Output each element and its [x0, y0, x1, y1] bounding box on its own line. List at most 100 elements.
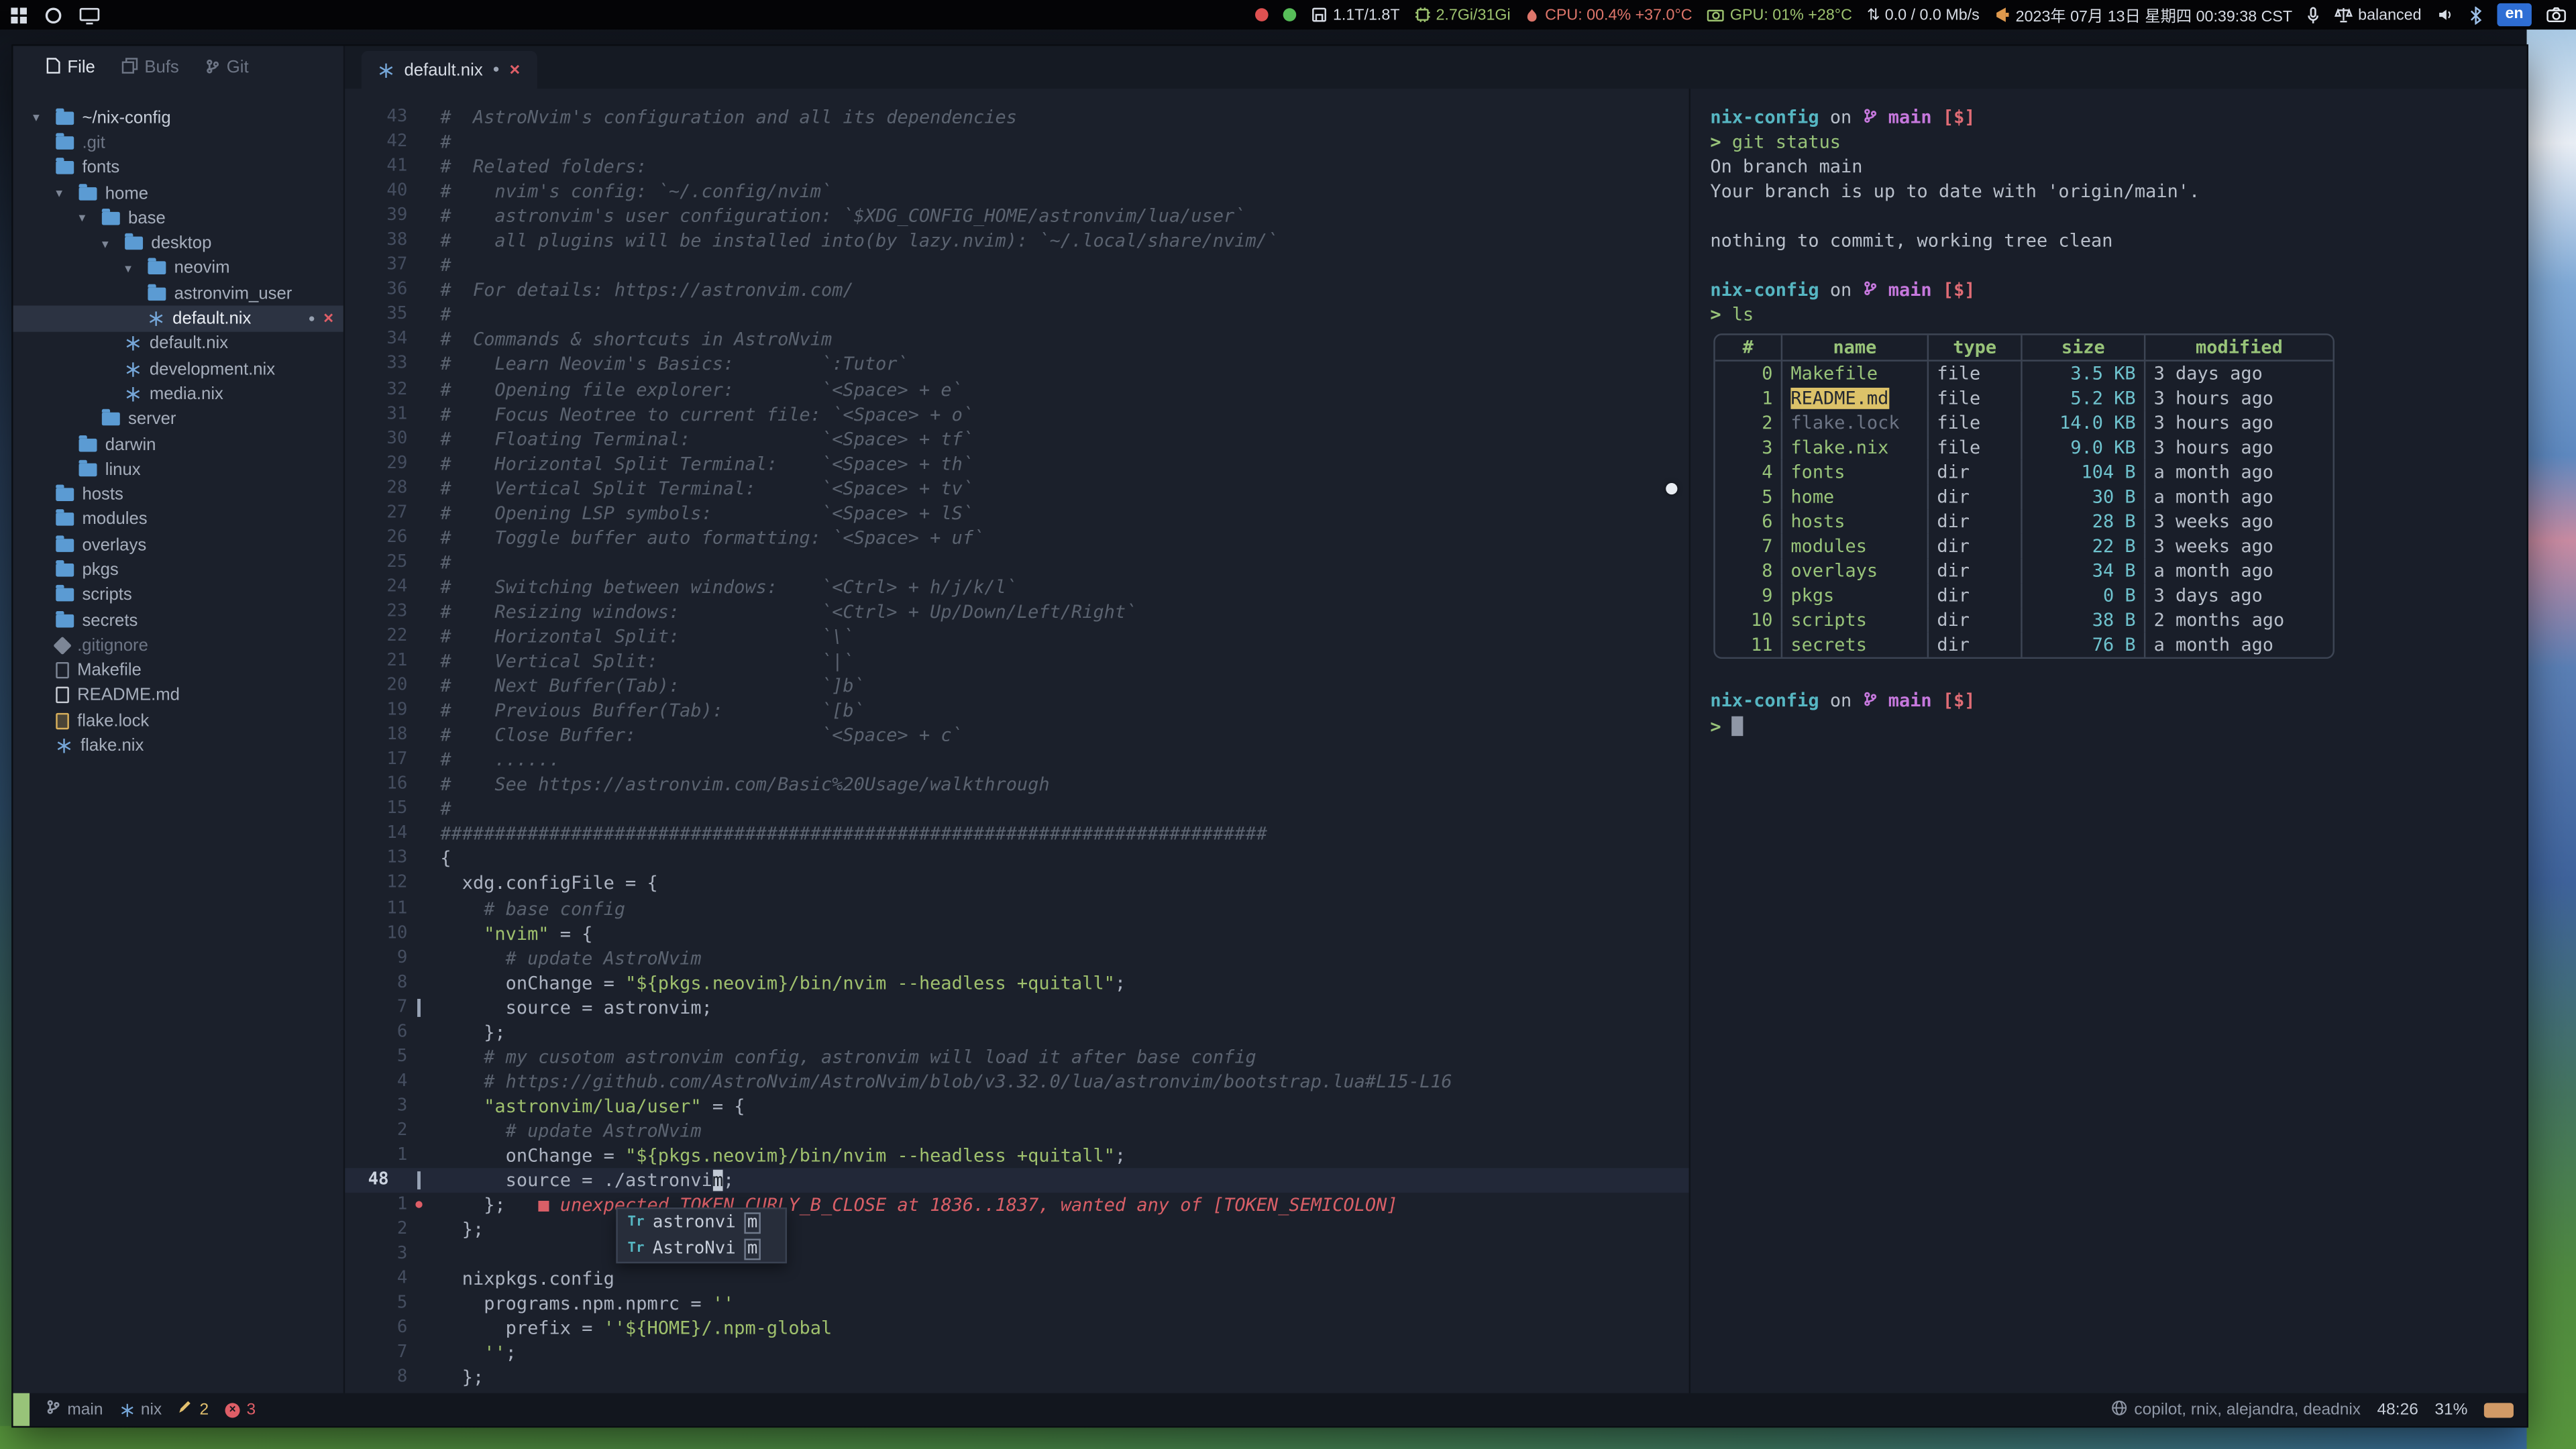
- code-line[interactable]: 34# Commands & shortcuts in AstroNvim: [345, 327, 1688, 352]
- sidebar-tab-bufs[interactable]: Bufs: [121, 56, 179, 78]
- code-line[interactable]: 24# Switching between windows: `<Ctrl> +…: [345, 575, 1688, 600]
- code-line[interactable]: 10 "nvim" = {: [345, 921, 1688, 946]
- code-line[interactable]: 13{: [345, 847, 1688, 871]
- tray-red-icon[interactable]: [1256, 8, 1269, 21]
- network-speed[interactable]: ⇅ 0.0 / 0.0 Mb/s: [1867, 6, 1980, 24]
- tree-item-linux[interactable]: linux: [13, 457, 343, 482]
- error-count[interactable]: × 3: [225, 1401, 256, 1419]
- code-line[interactable]: 33# Learn Neovim's Basics: `:Tutor`: [345, 352, 1688, 377]
- code-line[interactable]: 1 onChange = "${pkgs.neovim}/bin/nvim --…: [345, 1143, 1688, 1168]
- tree-item-flake.nix[interactable]: flake.nix: [13, 733, 343, 758]
- code-line[interactable]: 48 source = ./astronvim;: [345, 1168, 1688, 1193]
- code-line[interactable]: 35#: [345, 303, 1688, 328]
- cpu-usage[interactable]: CPU: 00.4% +37.0°C: [1525, 6, 1693, 24]
- launcher-icon[interactable]: [10, 6, 28, 24]
- code-line[interactable]: 8 onChange = "${pkgs.neovim}/bin/nvim --…: [345, 970, 1688, 995]
- code-line[interactable]: 15#: [345, 798, 1688, 822]
- tray-green-icon[interactable]: [1283, 8, 1297, 21]
- tree-item-overlays[interactable]: overlays: [13, 533, 343, 557]
- code-line[interactable]: 42#: [345, 130, 1688, 155]
- code-line[interactable]: 17# ......: [345, 748, 1688, 773]
- code-line[interactable]: 1● }; ■ unexpected TOKEN_CURLY_B_CLOSE a…: [345, 1193, 1688, 1218]
- tree-item-.gitignore[interactable]: .gitignore: [13, 633, 343, 657]
- microphone-icon[interactable]: [2307, 6, 2320, 24]
- code-line[interactable]: 31# Focus Neotree to current file: `<Spa…: [345, 402, 1688, 427]
- code-line[interactable]: 39# astronvim's user configuration: `$XD…: [345, 204, 1688, 229]
- completion-item[interactable]: TrAstroNvim: [618, 1236, 786, 1262]
- editor-pane[interactable]: 43# AstroNvim's configuration and all it…: [345, 89, 1688, 1393]
- tree-item-default.nix[interactable]: default.nix: [13, 331, 343, 356]
- tree-item-darwin[interactable]: darwin: [13, 432, 343, 457]
- code-line[interactable]: 6 prefix = ''${HOME}/.npm-global: [345, 1316, 1688, 1341]
- tree-item-~nix-config[interactable]: ▾~/nix-config: [13, 105, 343, 130]
- disk-usage[interactable]: 1.1T/1.8T: [1311, 6, 1399, 24]
- keyboard-layout[interactable]: en: [2497, 3, 2532, 26]
- code-line[interactable]: 7 '';: [345, 1341, 1688, 1366]
- terminal-pane[interactable]: nix-config on main [$]> git statusOn bra…: [1689, 89, 2527, 1393]
- code-line[interactable]: 28# Vertical Split Terminal: `<Space> + …: [345, 476, 1688, 500]
- close-icon[interactable]: ×: [509, 60, 520, 79]
- buffer-tab-default-nix[interactable]: default.nix ● ×: [362, 51, 537, 89]
- tree-item-desktop[interactable]: ▾desktop: [13, 231, 343, 256]
- code-line[interactable]: 41# Related folders:: [345, 154, 1688, 179]
- code-line[interactable]: 2 };: [345, 1218, 1688, 1242]
- memory-usage[interactable]: 2.7Gi/31Gi: [1415, 6, 1511, 24]
- tree-item-.git[interactable]: .git: [13, 130, 343, 155]
- code-line[interactable]: 37#: [345, 254, 1688, 278]
- screenshot-icon[interactable]: [2546, 7, 2566, 23]
- sidebar-tab-file[interactable]: File: [46, 56, 95, 78]
- clock[interactable]: 2023年 07月 13日 星期四 00:39:38 CST: [1994, 3, 2292, 26]
- code-line[interactable]: 40# nvim's config: `~/.config/nvim`: [345, 179, 1688, 204]
- tree-item-flake.lock[interactable]: flake.lock: [13, 708, 343, 733]
- tree-item-default.nix[interactable]: default.nix●×: [13, 306, 343, 331]
- gpu-usage[interactable]: GPU: 01% +28°C: [1707, 6, 1852, 24]
- code-line[interactable]: 23# Resizing windows: `<Ctrl> + Up/Down/…: [345, 600, 1688, 625]
- code-line[interactable]: 3 "astronvim/lua/user" = {: [345, 1094, 1688, 1119]
- tree-item-media.nix[interactable]: media.nix: [13, 382, 343, 407]
- code-line[interactable]: 18# Close Buffer: `<Space> + c`: [345, 723, 1688, 748]
- tree-item-secrets[interactable]: secrets: [13, 608, 343, 633]
- code-line[interactable]: 4 # https://github.com/AstroNvim/AstroNv…: [345, 1069, 1688, 1094]
- sidebar-tab-git[interactable]: Git: [205, 56, 249, 78]
- terminal-cursor-line[interactable]: >: [1710, 714, 2526, 739]
- code-line[interactable]: 22# Horizontal Split: `\`: [345, 625, 1688, 649]
- tree-item-fonts[interactable]: fonts: [13, 156, 343, 180]
- tree-item-neovim[interactable]: ▾neovim: [13, 256, 343, 281]
- code-line[interactable]: 6 };: [345, 1020, 1688, 1044]
- display-icon[interactable]: [79, 6, 101, 24]
- code-line[interactable]: 11 # base config: [345, 896, 1688, 921]
- code-line[interactable]: 36# For details: https://astronvim.com/: [345, 278, 1688, 303]
- code-line[interactable]: 8 };: [345, 1366, 1688, 1391]
- code-line[interactable]: 25#: [345, 550, 1688, 575]
- completion-item[interactable]: Trastronvim: [618, 1209, 786, 1235]
- code-line[interactable]: 14######################################…: [345, 822, 1688, 847]
- warning-count[interactable]: 2: [178, 1400, 209, 1419]
- tree-item-hosts[interactable]: hosts: [13, 482, 343, 507]
- close-icon[interactable]: ×: [323, 309, 333, 328]
- code-line[interactable]: 4 nixpkgs.config: [345, 1267, 1688, 1292]
- code-line[interactable]: 38# all plugins will be installed into(b…: [345, 229, 1688, 254]
- tree-item-pkgs[interactable]: pkgs: [13, 557, 343, 582]
- code-line[interactable]: 30# Floating Terminal: `<Space> + tf`: [345, 427, 1688, 451]
- code-line[interactable]: 2 # update AstroNvim: [345, 1119, 1688, 1144]
- tree-item-scripts[interactable]: scripts: [13, 583, 343, 608]
- code-line[interactable]: 20# Next Buffer(Tab): `]b`: [345, 674, 1688, 698]
- tree-item-README.md[interactable]: README.md: [13, 683, 343, 708]
- tree-item-modules[interactable]: modules: [13, 507, 343, 532]
- git-branch[interactable]: main: [46, 1398, 103, 1421]
- tree-item-Makefile[interactable]: Makefile: [13, 658, 343, 683]
- code-line[interactable]: 16# See https://astronvim.com/Basic%20Us…: [345, 773, 1688, 798]
- workspace-icon[interactable]: [44, 6, 62, 24]
- power-profile[interactable]: balanced: [2335, 6, 2422, 24]
- code-line[interactable]: 5 programs.npm.npmrc = '': [345, 1292, 1688, 1317]
- code-line[interactable]: 9 # update AstroNvim: [345, 946, 1688, 971]
- code-line[interactable]: 32# Opening file explorer: `<Space> + e`: [345, 377, 1688, 402]
- code-line[interactable]: 7 source = astronvim;: [345, 995, 1688, 1020]
- code-line[interactable]: 12 xdg.configFile = {: [345, 871, 1688, 896]
- code-line[interactable]: 5 # my cusotom astronvim config, astronv…: [345, 1044, 1688, 1069]
- tree-item-home[interactable]: ▾home: [13, 180, 343, 205]
- completion-popup[interactable]: TrastronvimTrAstroNvim: [616, 1208, 787, 1263]
- tree-item-astronvim_user[interactable]: astronvim_user: [13, 281, 343, 306]
- bluetooth-icon[interactable]: [2469, 6, 2483, 24]
- scroll-indicator[interactable]: [2484, 1402, 2514, 1417]
